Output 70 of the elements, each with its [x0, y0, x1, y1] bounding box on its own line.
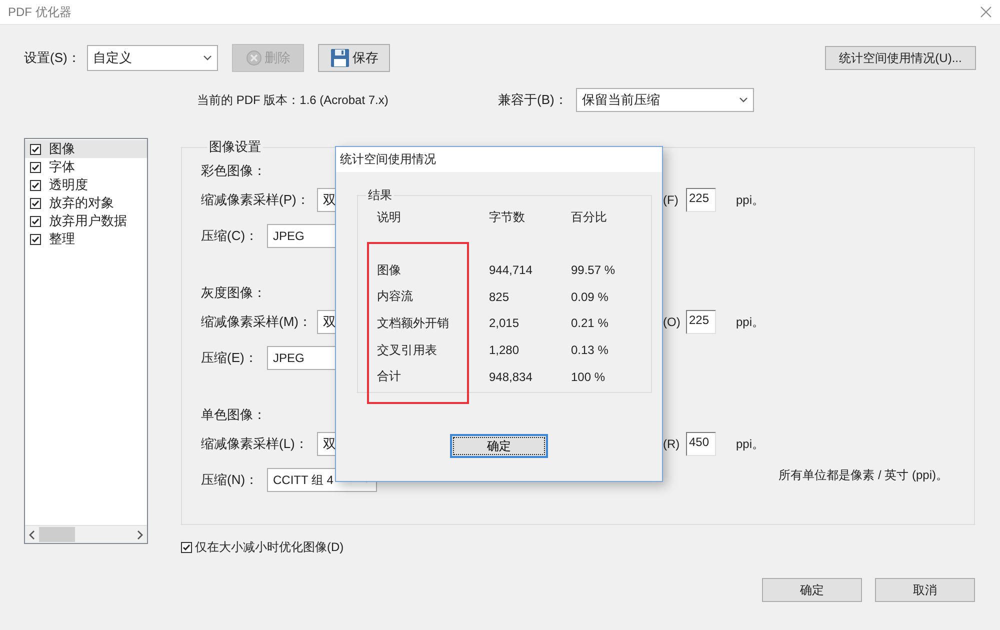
- resolution-field[interactable]: 225: [686, 188, 716, 212]
- table-cell: 0.09 %: [571, 290, 608, 304]
- resolution-field[interactable]: 450: [686, 432, 716, 456]
- unit-label: ppi。: [736, 436, 764, 452]
- dialog-title: 统计空间使用情况: [340, 151, 436, 168]
- checkbox[interactable]: [30, 180, 41, 190]
- compat-dropdown[interactable]: 保留当前压缩: [576, 88, 754, 112]
- table-cell: 99.57 %: [571, 263, 616, 278]
- group-title: 图像设置: [208, 138, 262, 156]
- resolution-field[interactable]: 225: [686, 310, 716, 334]
- downsample-label: 缩减像素采样(P)：: [201, 191, 310, 209]
- table-cell: 2,015: [489, 316, 520, 330]
- downsample-label: 缩减像素采样(L)：: [201, 435, 309, 453]
- table-cell: 0.13 %: [571, 343, 608, 358]
- table-cell: 文档额外开销: [377, 314, 449, 332]
- close-icon[interactable]: [980, 6, 992, 18]
- table-cell: 0.21 %: [571, 316, 608, 330]
- compression-label: 压缩(E)：: [201, 349, 258, 367]
- section-heading: 灰度图像：: [201, 284, 266, 302]
- checkbox[interactable]: [30, 198, 41, 208]
- downsample-label: 缩减像素采样(M)：: [201, 313, 312, 331]
- table-cell: 图像: [377, 262, 401, 279]
- compression-label: 压缩(N)：: [201, 471, 260, 489]
- table-cell: 交叉引用表: [377, 342, 437, 359]
- section-heading: 彩色图像：: [201, 162, 266, 180]
- compression-label: 压缩(C)：: [201, 227, 260, 245]
- group-title: 结果: [367, 187, 393, 204]
- save-button[interactable]: 保存: [318, 44, 390, 72]
- sidebar-item[interactable]: 透明度: [25, 176, 147, 194]
- resolution-label: (R): [663, 437, 681, 451]
- table-cell: 100 %: [571, 370, 606, 384]
- resolution-label: (O): [663, 315, 682, 329]
- version-text: 当前的 PDF 版本：1.6 (Acrobat 7.x): [197, 92, 390, 108]
- settings-dropdown[interactable]: 自定义: [87, 45, 218, 71]
- unit-label: ppi。: [736, 314, 764, 330]
- cancel-icon: [246, 50, 262, 66]
- table-cell: 1,280: [489, 343, 520, 358]
- table-cell: 825: [489, 290, 510, 304]
- checkbox[interactable]: [30, 234, 41, 244]
- cancel-button[interactable]: 取消: [875, 578, 975, 602]
- checkbox[interactable]: [30, 162, 41, 172]
- compat-label: 兼容于(B)：: [498, 91, 568, 109]
- settings-label: 设置(S)：: [24, 49, 82, 67]
- horizontal-scrollbar[interactable]: [25, 525, 147, 543]
- table-cell: 944,714: [489, 263, 532, 278]
- column-header: 字节数: [489, 208, 525, 226]
- units-note: 所有单位都是像素 / 英寸 (ppi)。: [778, 467, 948, 484]
- checkbox[interactable]: [181, 542, 192, 553]
- sidebar-item[interactable]: 字体: [25, 158, 147, 176]
- column-header: 百分比: [571, 208, 607, 226]
- checkbox-label: 仅在大小减小时优化图像(D): [195, 539, 344, 556]
- window-title: PDF 优化器: [8, 4, 72, 20]
- audit-space-button[interactable]: 统计空间使用情况(U)...: [825, 46, 976, 70]
- table-cell: 948,834: [489, 370, 532, 384]
- resolution-label: (F): [663, 193, 680, 207]
- caret-icon: [203, 55, 212, 61]
- ok-button[interactable]: 确定: [450, 434, 548, 458]
- unit-label: ppi。: [736, 192, 764, 208]
- table-cell: 内容流: [377, 288, 413, 306]
- column-header: 说明: [377, 208, 401, 226]
- sidebar-item[interactable]: 放弃用户数据: [25, 212, 147, 230]
- sidebar-item[interactable]: 整理: [25, 230, 147, 248]
- caret-icon: [739, 97, 748, 103]
- sidebar-item[interactable]: 放弃的对象: [25, 194, 147, 212]
- sidebar-item[interactable]: 图像: [25, 140, 147, 158]
- table-cell: 合计: [377, 368, 401, 386]
- section-heading: 单色图像：: [201, 406, 266, 424]
- checkbox[interactable]: [30, 216, 41, 226]
- checkbox[interactable]: [30, 144, 41, 154]
- ok-button[interactable]: 确定: [762, 578, 862, 602]
